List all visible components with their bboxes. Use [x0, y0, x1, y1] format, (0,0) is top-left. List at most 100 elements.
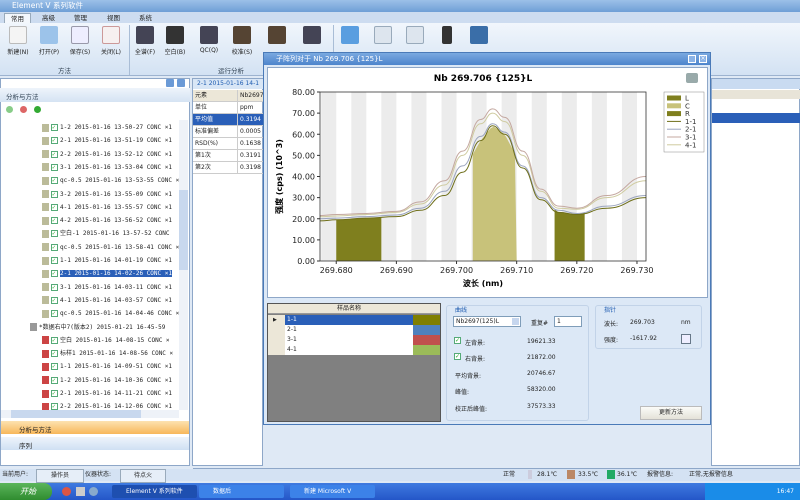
checkbox[interactable]: ✓: [51, 363, 58, 371]
checkbox[interactable]: ✓: [51, 403, 58, 410]
tree-item[interactable]: ✓ 2-2 2015-01-16 13-52-12 CONC ×1: [42, 149, 172, 161]
tree-item[interactable]: ✓ 3-2 2015-01-16 13-55-09 CONC ×1: [42, 189, 172, 201]
pin-icon[interactable]: [166, 79, 174, 87]
checkbox[interactable]: ✓: [51, 390, 58, 397]
tab-view[interactable]: 视图: [101, 13, 126, 23]
task-word[interactable]: 新建 Microsoft V: [290, 485, 375, 498]
checkbox[interactable]: ✓: [51, 230, 58, 238]
checkbox[interactable]: ✓: [51, 203, 58, 211]
checkbox[interactable]: ✓: [51, 257, 58, 264]
remove-icon[interactable]: [20, 106, 27, 113]
refresh-icon[interactable]: [34, 106, 41, 113]
qc-button[interactable]: QC(Q): [192, 26, 226, 54]
checkbox[interactable]: ✓: [51, 124, 58, 131]
ie-icon[interactable]: [89, 487, 98, 496]
result-row[interactable]: 第2次 0.3198: [193, 162, 263, 174]
scroll-thumb[interactable]: [11, 410, 141, 418]
left-bg-checkbox[interactable]: ✓: [454, 337, 461, 344]
tree-item[interactable]: ✓ 4-2 2015-01-16 13-56-52 CONC ×1: [42, 215, 172, 227]
checkbox[interactable]: ✓: [51, 137, 58, 145]
new-button[interactable]: 新建(N): [1, 26, 35, 56]
tree-item[interactable]: ✓ 3-1 2015-01-16 13-53-04 CONC ×1: [42, 162, 172, 174]
start-button[interactable]: 开始: [0, 483, 52, 500]
result-row[interactable]: 元素 Nb2697: [193, 90, 264, 102]
tab-system[interactable]: 系统: [133, 13, 158, 23]
tree-item[interactable]: ✓ 1-1 2015-01-16 14-01-19 CONC ×1: [42, 255, 172, 267]
ribbon-button[interactable]: [366, 26, 400, 47]
task-element-v[interactable]: Element V 系列软件: [112, 485, 197, 498]
table-row-selected[interactable]: [712, 113, 800, 123]
sample-color-swatch[interactable]: [413, 335, 440, 345]
accordion-sequence[interactable]: 序列: [1, 437, 189, 450]
sample-color-swatch[interactable]: [413, 325, 440, 335]
checkbox[interactable]: ✓: [51, 190, 58, 198]
checkbox[interactable]: ✓: [51, 217, 58, 225]
close-panel-icon[interactable]: [177, 79, 185, 87]
checkbox[interactable]: ✓: [51, 150, 58, 158]
result-row[interactable]: 单位 ppm: [193, 102, 263, 114]
tree-item[interactable]: ✓ 空白 2015-01-16 14-08-15 CONC ×: [42, 335, 170, 347]
result-row[interactable]: RSD(%) 0.1638: [193, 138, 263, 150]
checkbox[interactable]: ✓: [51, 310, 58, 318]
checkbox[interactable]: ✓: [51, 336, 58, 344]
checkbox[interactable]: ✓: [51, 283, 58, 291]
right-bg-checkbox[interactable]: ✓: [454, 353, 461, 360]
ribbon-button[interactable]: [398, 26, 432, 47]
sample-row[interactable]: ▶ 1-1: [268, 315, 440, 325]
ribbon-button[interactable]: [260, 26, 294, 47]
sample-row[interactable]: 3-1: [268, 335, 440, 345]
checkbox[interactable]: ✓: [51, 296, 58, 304]
checkbox[interactable]: ✓: [51, 163, 58, 171]
tree-item[interactable]: ✓ 1-2 2015-01-16 14-10-36 CONC ×1: [42, 375, 172, 387]
sample-color-swatch[interactable]: [413, 345, 440, 355]
locate-icon[interactable]: [681, 334, 691, 344]
vertical-scrollbar[interactable]: [179, 120, 188, 410]
result-row[interactable]: 第1次 0.3191: [193, 150, 263, 162]
scroll-thumb[interactable]: [179, 190, 188, 270]
tree-item[interactable]: ✓ 空白-1 2015-01-16 13-57-52 CONC: [42, 228, 170, 240]
checkbox[interactable]: ✓: [51, 376, 58, 384]
browser-icon[interactable]: [62, 487, 71, 496]
close-button[interactable]: ×: [699, 55, 707, 63]
tree-item[interactable]: ✓ 标样1 2015-01-16 14-08-56 CONC ×: [42, 348, 173, 360]
checkbox[interactable]: ✓: [51, 350, 58, 358]
horizontal-scrollbar[interactable]: [1, 410, 179, 418]
tree-item[interactable]: ✓ 2-1 2015-01-16 14-11-21 CONC ×1: [42, 388, 172, 400]
print-icon[interactable]: [686, 73, 698, 83]
tab-manage[interactable]: 管理: [68, 13, 93, 23]
minimize-button[interactable]: [688, 55, 696, 63]
result-row[interactable]: 平均值 0.3194: [193, 114, 263, 126]
checkbox[interactable]: ✓: [51, 177, 58, 185]
ribbon-button[interactable]: [333, 26, 367, 47]
ribbon-button[interactable]: [462, 26, 496, 47]
close-file-button[interactable]: 关闭(L): [94, 26, 128, 56]
tree-item[interactable]: ✓ 2-2 2015-01-16 14-12-06 CONC ×1: [42, 401, 172, 410]
tree-item[interactable]: ✓ qc-0.5 2015-01-16 13-58-41 CONC ×: [42, 242, 179, 254]
checkbox[interactable]: ✓: [51, 270, 58, 278]
task-folder[interactable]: 数据后: [199, 485, 284, 498]
checkbox[interactable]: ✓: [51, 243, 58, 251]
save-button[interactable]: 保存(S): [63, 26, 97, 56]
tree-item[interactable]: ✓ 1-2 2015-01-16 13-50-27 CONC ×1: [42, 122, 172, 134]
sample-color-swatch[interactable]: [413, 315, 440, 325]
sample-row[interactable]: 2-1: [268, 325, 440, 335]
sample-row[interactable]: 4-1: [268, 345, 440, 355]
calibrate-button[interactable]: 校准(S): [225, 26, 259, 56]
full-spectrum-button[interactable]: 全谱(F): [128, 26, 162, 56]
result-row[interactable]: 标准偏差 0.0005: [193, 126, 263, 138]
tree-item[interactable]: ✓ 2-1 2015-01-16 14-02-26 CONC ×1: [42, 268, 172, 280]
ribbon-button[interactable]: [430, 26, 464, 47]
blank-button[interactable]: 空白(B): [158, 26, 192, 56]
tree-group[interactable]: *数据右中7(版本2) 2015-01-21 16-45-59: [30, 322, 165, 334]
tree-item[interactable]: ✓ 1-1 2015-01-16 14-09-51 CONC ×1: [42, 361, 172, 373]
update-method-button[interactable]: 更新方法: [640, 406, 702, 420]
element-select[interactable]: Nb2697(125)L: [453, 316, 521, 327]
repeat-stepper[interactable]: 1: [554, 316, 582, 327]
tree-item[interactable]: ✓ 3-1 2015-01-16 14-03-11 CONC ×1: [42, 282, 172, 294]
tree-item[interactable]: ✓ 2-1 2015-01-16 13-51-19 CONC ×1: [42, 135, 172, 147]
tree-item[interactable]: ✓ qc-0.5 2015-01-16 13-53-55 CONC ×: [42, 175, 179, 187]
tree-item[interactable]: ✓ 4-1 2015-01-16 13-55-57 CONC ×1: [42, 202, 172, 214]
tab-common[interactable]: 常用: [4, 13, 31, 23]
ribbon-button[interactable]: [295, 26, 329, 47]
tree-item[interactable]: ✓ qc-0.5 2015-01-16 14-04-46 CONC ×: [42, 308, 179, 320]
